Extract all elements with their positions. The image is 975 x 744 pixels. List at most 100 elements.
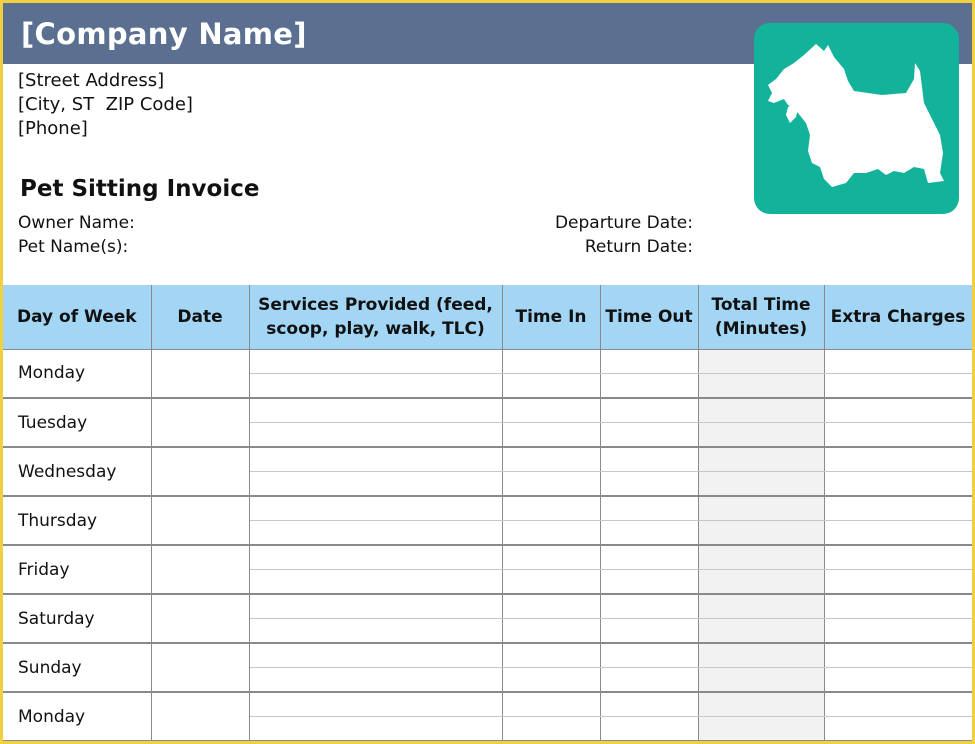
total-time-cell[interactable] (697, 398, 825, 423)
extra-charges-cell[interactable] (823, 447, 973, 472)
time-out-cell[interactable] (599, 545, 699, 570)
day-cell: Thursday (3, 496, 152, 546)
total-time-cell[interactable] (697, 667, 825, 693)
extra-charges-cell[interactable] (823, 692, 973, 717)
time-in-cell[interactable] (501, 520, 601, 546)
total-time-cell[interactable] (697, 716, 825, 742)
services-cell[interactable] (248, 569, 503, 595)
return-date-label[interactable]: Return Date: (585, 237, 693, 257)
services-cell[interactable] (248, 520, 503, 546)
time-in-cell[interactable] (501, 447, 601, 472)
services-cell[interactable] (248, 422, 503, 448)
total-time-cell[interactable] (697, 569, 825, 595)
time-out-cell[interactable] (599, 398, 699, 423)
time-out-cell[interactable] (599, 643, 699, 668)
time-in-cell[interactable] (501, 496, 601, 521)
city-state-zip[interactable]: [City, ST ZIP Code] (18, 93, 193, 117)
total-time-cell[interactable] (697, 422, 825, 448)
services-cell[interactable] (248, 496, 503, 521)
total-time-cell[interactable] (697, 349, 825, 374)
total-time-cell[interactable] (697, 520, 825, 546)
extra-charges-cell[interactable] (823, 643, 973, 668)
time-in-cell[interactable] (501, 643, 601, 668)
total-time-cell[interactable] (697, 373, 825, 399)
phone[interactable]: [Phone] (18, 117, 193, 141)
services-cell[interactable] (248, 471, 503, 497)
time-in-cell[interactable] (501, 373, 601, 399)
extra-charges-cell[interactable] (823, 618, 973, 644)
total-time-cell[interactable] (697, 594, 825, 619)
time-in-cell[interactable] (501, 692, 601, 717)
total-time-cell[interactable] (697, 643, 825, 668)
services-cell[interactable] (248, 447, 503, 472)
extra-charges-cell[interactable] (823, 569, 973, 595)
services-cell[interactable] (248, 667, 503, 693)
time-out-cell[interactable] (599, 716, 699, 742)
extra-charges-cell[interactable] (823, 373, 973, 399)
date-cell[interactable] (150, 594, 250, 644)
extra-charges-cell[interactable] (823, 496, 973, 521)
time-out-cell[interactable] (599, 471, 699, 497)
time-in-cell[interactable] (501, 618, 601, 644)
services-cell[interactable] (248, 692, 503, 717)
extra-charges-cell[interactable] (823, 471, 973, 497)
time-in-cell[interactable] (501, 398, 601, 423)
time-out-cell[interactable] (599, 520, 699, 546)
day-cell: Monday (3, 692, 152, 742)
time-in-cell[interactable] (501, 471, 601, 497)
services-cell[interactable] (248, 618, 503, 644)
time-out-cell[interactable] (599, 349, 699, 374)
time-out-cell[interactable] (599, 569, 699, 595)
owner-name-label[interactable]: Owner Name: (18, 213, 135, 233)
date-cell[interactable] (150, 692, 250, 742)
total-time-cell[interactable] (697, 618, 825, 644)
time-out-cell[interactable] (599, 373, 699, 399)
services-cell[interactable] (248, 373, 503, 399)
date-cell[interactable] (150, 349, 250, 399)
time-out-cell[interactable] (599, 422, 699, 448)
date-cell[interactable] (150, 496, 250, 546)
date-cell[interactable] (150, 545, 250, 595)
extra-charges-cell[interactable] (823, 545, 973, 570)
total-time-cell[interactable] (697, 692, 825, 717)
services-cell[interactable] (248, 545, 503, 570)
pet-names-label[interactable]: Pet Name(s): (18, 237, 128, 257)
company-name[interactable]: [Company Name] (21, 17, 307, 51)
time-out-cell[interactable] (599, 447, 699, 472)
services-cell[interactable] (248, 349, 503, 374)
total-time-cell[interactable] (697, 545, 825, 570)
services-cell[interactable] (248, 643, 503, 668)
services-cell[interactable] (248, 594, 503, 619)
time-out-cell[interactable] (599, 692, 699, 717)
time-out-cell[interactable] (599, 618, 699, 644)
time-in-cell[interactable] (501, 545, 601, 570)
time-in-cell[interactable] (501, 349, 601, 374)
departure-date-label[interactable]: Departure Date: (555, 213, 693, 233)
time-in-cell[interactable] (501, 569, 601, 595)
street-address[interactable]: [Street Address] (18, 69, 193, 93)
time-out-cell[interactable] (599, 594, 699, 619)
total-time-cell[interactable] (697, 496, 825, 521)
services-cell[interactable] (248, 716, 503, 742)
extra-charges-cell[interactable] (823, 398, 973, 423)
time-in-cell[interactable] (501, 667, 601, 693)
extra-charges-cell[interactable] (823, 594, 973, 619)
total-time-cell[interactable] (697, 471, 825, 497)
extra-charges-cell[interactable] (823, 520, 973, 546)
extra-charges-cell[interactable] (823, 422, 973, 448)
services-cell[interactable] (248, 398, 503, 423)
time-in-cell[interactable] (501, 422, 601, 448)
time-out-cell[interactable] (599, 667, 699, 693)
date-cell[interactable] (150, 447, 250, 497)
time-out-cell[interactable] (599, 496, 699, 521)
extra-charges-cell[interactable] (823, 349, 973, 374)
date-cell[interactable] (150, 398, 250, 448)
total-time-cell[interactable] (697, 447, 825, 472)
extra-charges-cell[interactable] (823, 667, 973, 693)
scottish-terrier-icon (768, 44, 944, 187)
time-in-cell[interactable] (501, 594, 601, 619)
date-cell[interactable] (150, 643, 250, 693)
extra-charges-cell[interactable] (823, 716, 973, 742)
time-in-cell[interactable] (501, 716, 601, 742)
invoice-table: Day of Week Date Services Provided (feed… (3, 285, 973, 742)
